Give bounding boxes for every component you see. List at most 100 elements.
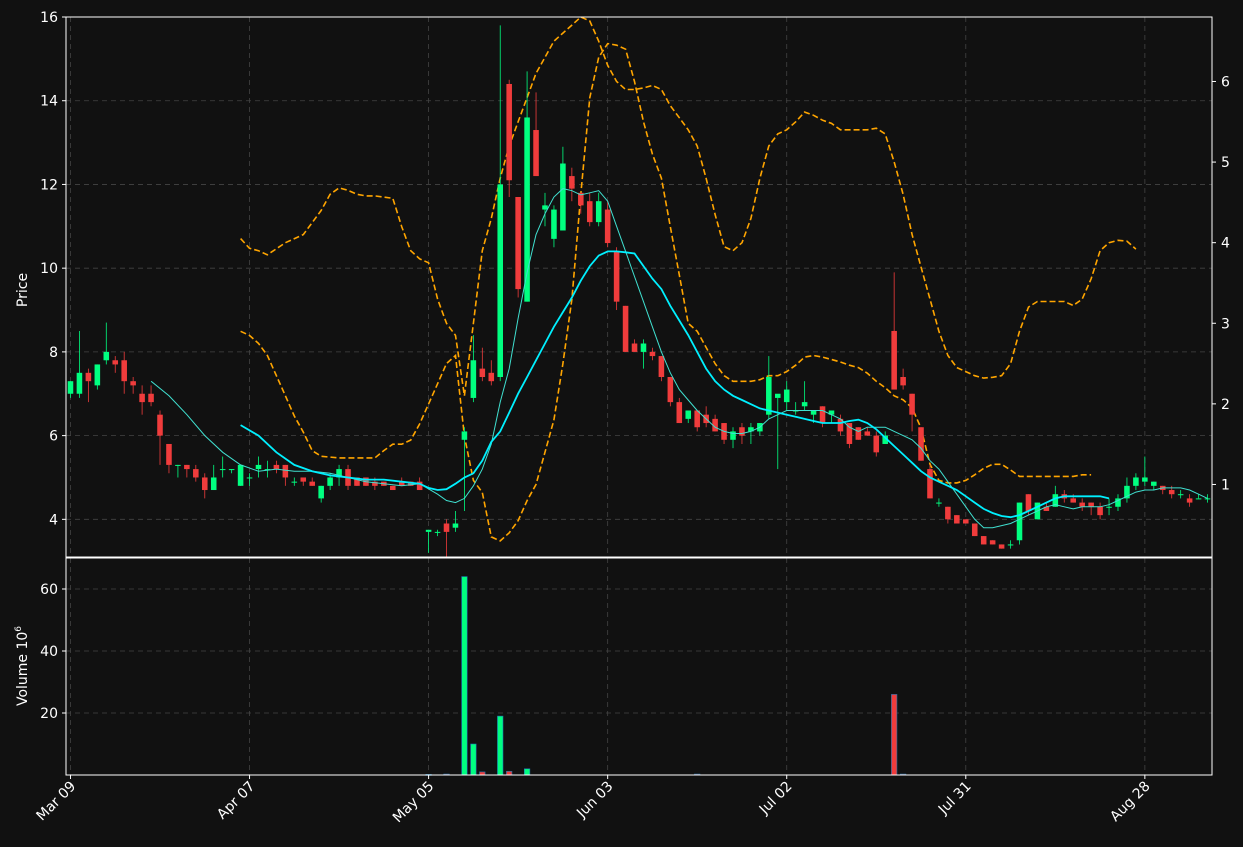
volume-tick-label: 40 — [40, 644, 58, 660]
candle-body — [470, 360, 477, 398]
candle-body — [121, 360, 127, 382]
candle-body — [219, 469, 226, 471]
volume-axis-label-exponent: 6 — [14, 626, 24, 632]
candle-body — [622, 305, 629, 352]
candle-body — [971, 523, 978, 537]
candle-body — [909, 393, 915, 415]
volume-bar — [497, 715, 504, 776]
candle-body — [1007, 544, 1014, 546]
candle-body — [783, 389, 790, 403]
candle-body — [963, 519, 969, 524]
candle-body — [560, 163, 566, 231]
candle-body — [1016, 502, 1023, 541]
candle-body — [595, 201, 602, 223]
candle-body — [166, 443, 172, 465]
stock-chart: 46810121416123456204060Mar 09 Apr 07 May 0… — [0, 0, 1243, 847]
candle-body — [1186, 498, 1193, 503]
candle-body — [658, 356, 665, 377]
price-tick-label: 8 — [49, 345, 58, 361]
volume-bar — [506, 770, 513, 776]
candle-body — [309, 481, 315, 486]
candle-body — [1168, 490, 1175, 495]
volume-tick-label: 20 — [40, 706, 58, 722]
right-tick-label: 4 — [1221, 236, 1230, 252]
candle-body — [855, 427, 862, 440]
candle-body — [998, 544, 1005, 549]
volume-tick-label: 60 — [40, 582, 58, 598]
candle-body — [327, 477, 333, 486]
volume-bar — [470, 743, 477, 776]
candle-body — [739, 427, 745, 436]
candle-body — [810, 410, 817, 415]
price-tick-label: 14 — [40, 94, 58, 110]
candle-body — [1195, 498, 1202, 500]
price-tick-label: 4 — [49, 512, 58, 528]
candle-body — [184, 464, 190, 470]
candle-body — [873, 435, 880, 453]
candle-body — [676, 402, 683, 424]
price-tick-label: 10 — [40, 261, 58, 277]
candle-body — [551, 209, 557, 239]
candle-body — [542, 205, 548, 210]
candle-body — [461, 431, 468, 440]
candle-body — [1025, 494, 1032, 511]
candle-body — [210, 477, 217, 491]
candle-body — [1088, 502, 1094, 507]
candle-body — [67, 381, 74, 394]
candle-body — [497, 184, 504, 377]
candle-body — [685, 410, 692, 419]
right-tick-label: 6 — [1221, 74, 1230, 90]
candle-body — [273, 464, 280, 470]
candle-body — [1133, 477, 1139, 486]
candle-body — [900, 377, 906, 386]
candle-body — [148, 393, 154, 403]
candle-body — [291, 481, 298, 483]
candle-body — [103, 351, 110, 361]
candle-body — [201, 477, 208, 491]
right-tick-label: 1 — [1221, 477, 1230, 493]
candle-body — [425, 529, 432, 532]
candle-body — [175, 464, 181, 466]
candle-body — [318, 485, 324, 499]
candle-body — [506, 83, 512, 181]
candle-body — [434, 531, 441, 533]
candle-body — [130, 381, 136, 386]
candle-body — [864, 431, 871, 436]
candle-body — [891, 330, 897, 390]
right-tick-label: 5 — [1221, 155, 1230, 171]
candle-body — [927, 469, 933, 499]
volume-bar — [891, 694, 898, 776]
candle-body — [819, 406, 826, 424]
right-tick-label: 2 — [1221, 397, 1230, 413]
candle-body — [282, 464, 289, 478]
candle-body — [1177, 494, 1184, 496]
candle-body — [237, 464, 244, 486]
volume-bar — [461, 576, 468, 776]
price-axis-label: Price — [15, 273, 31, 307]
candle-body — [766, 377, 772, 415]
candle-body — [300, 477, 307, 482]
candle-body — [390, 485, 396, 491]
candle-body — [936, 502, 942, 504]
price-tick-label: 12 — [40, 177, 58, 193]
candle-body — [533, 130, 539, 177]
candle-body — [604, 209, 611, 244]
candle-body — [980, 536, 987, 545]
candle-body — [443, 523, 450, 532]
candle-body — [479, 368, 486, 377]
candle-body — [255, 464, 262, 470]
price-tick-label: 6 — [49, 429, 58, 445]
right-tick-label: 3 — [1221, 316, 1230, 332]
candle-body — [228, 469, 235, 471]
candle-body — [1106, 506, 1112, 508]
candle-body — [139, 393, 145, 403]
candle-body — [94, 364, 101, 386]
volume-bar — [524, 768, 531, 776]
candle-body — [613, 251, 620, 302]
candle-body — [954, 515, 960, 524]
candle-body — [1070, 498, 1077, 503]
candle-body — [569, 176, 575, 189]
candle-body — [1079, 502, 1085, 507]
candle-body — [918, 427, 924, 461]
candle-body — [989, 540, 996, 545]
